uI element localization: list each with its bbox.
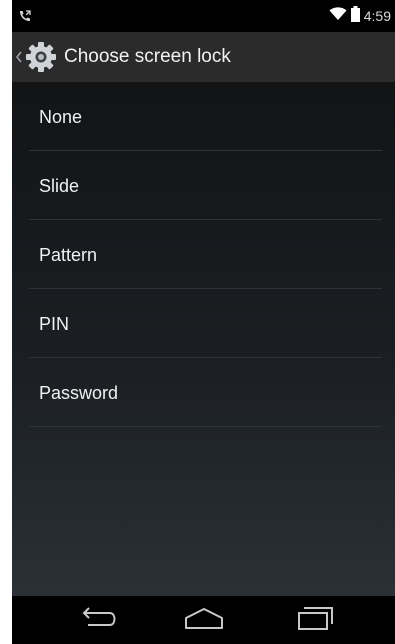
status-bar: 4:59 bbox=[12, 0, 395, 32]
home-icon bbox=[183, 606, 225, 635]
lock-options-list: None Slide Pattern PIN Password bbox=[12, 82, 395, 427]
status-time: 4:59 bbox=[363, 8, 391, 24]
option-label: Password bbox=[39, 383, 119, 403]
option-label: None bbox=[39, 107, 83, 127]
option-label: Slide bbox=[39, 176, 80, 196]
recents-icon bbox=[296, 605, 336, 636]
option-password[interactable]: Password bbox=[12, 358, 395, 427]
battery-icon bbox=[350, 5, 360, 27]
lock-options-panel: None Slide Pattern PIN Password bbox=[12, 82, 395, 596]
nav-bar bbox=[12, 596, 395, 644]
option-pattern[interactable]: Pattern bbox=[12, 220, 395, 289]
option-slide[interactable]: Slide bbox=[12, 151, 395, 220]
back-button[interactable] bbox=[60, 596, 140, 644]
back-icon bbox=[80, 606, 120, 635]
phone-call-icon bbox=[18, 9, 32, 23]
option-label: Pattern bbox=[39, 245, 98, 265]
option-label: PIN bbox=[39, 314, 70, 334]
phone-screen: 4:59 Choose screen lock None Slide Patte… bbox=[12, 0, 395, 644]
option-none[interactable]: None bbox=[12, 82, 395, 151]
chevron-left-icon[interactable] bbox=[15, 50, 23, 64]
gear-icon[interactable] bbox=[25, 41, 57, 73]
option-pin[interactable]: PIN bbox=[12, 289, 395, 358]
divider bbox=[29, 426, 382, 427]
page-title: Choose screen lock bbox=[64, 46, 231, 67]
home-button[interactable] bbox=[164, 596, 244, 644]
recents-button[interactable] bbox=[276, 596, 356, 644]
status-indicators: 4:59 bbox=[329, 5, 391, 27]
wifi-icon bbox=[329, 6, 347, 26]
action-bar: Choose screen lock bbox=[12, 32, 395, 82]
